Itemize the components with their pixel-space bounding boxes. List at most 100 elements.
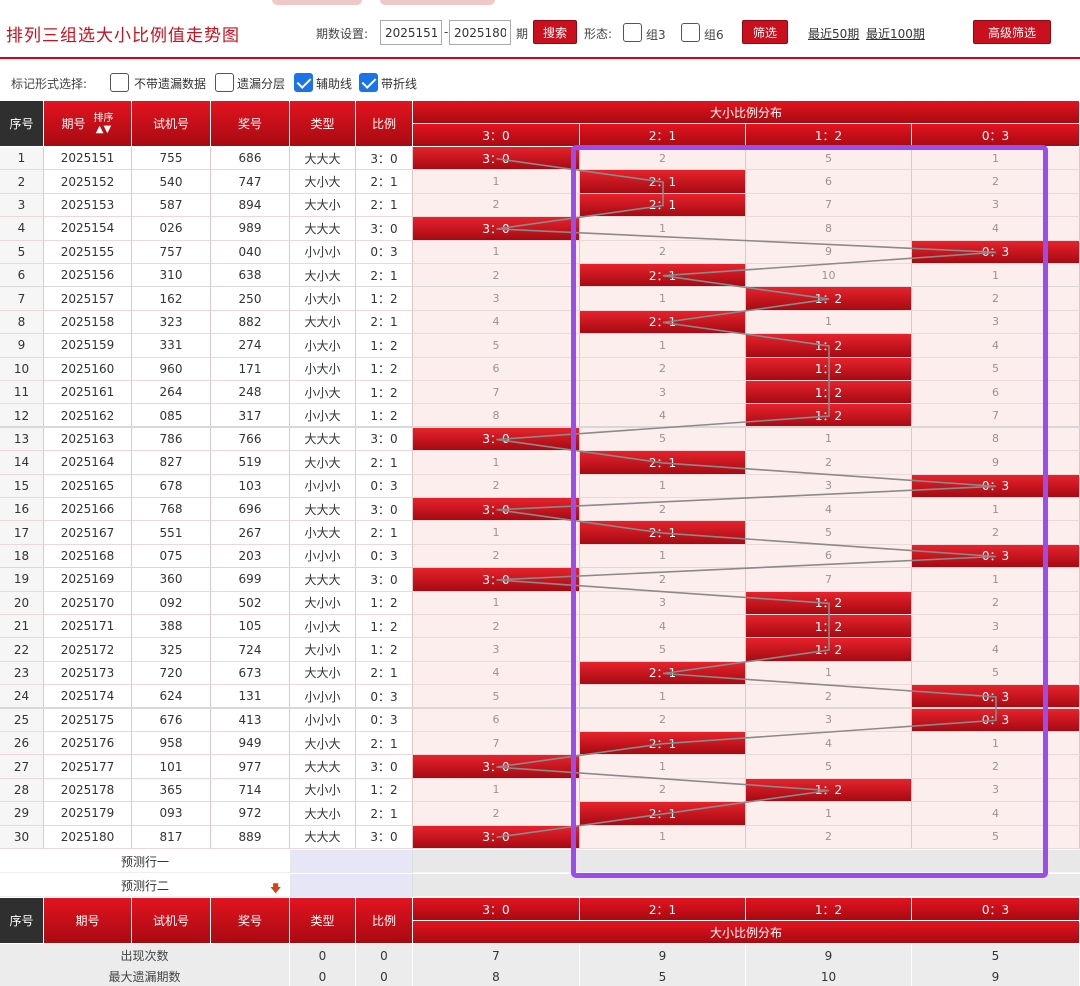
table-row[interactable]: 18 2025168 075 203 小小小 0：3 2 1 6 0：3 [0,544,1080,569]
omission-cell-1-2: 5 [746,521,912,545]
recent-100-link[interactable]: 最近100期 [866,25,925,42]
row-ratio: 3：0 [356,825,413,849]
row-prize-number: 413 [211,708,290,732]
row-index: 9 [0,334,44,358]
table-row[interactable]: 16 2025166 768 696 大大大 3：0 3：0 2 4 1 [0,498,1080,522]
omission-cell-0-3: 2 [912,591,1080,615]
omission-layer-checkbox[interactable] [215,73,234,92]
row-test-number: 085 [132,404,211,428]
omission-cell-2-1: 1 [580,825,746,849]
table-row[interactable]: 1 2025151 755 686 大大大 3：0 3：0 2 5 1 [0,147,1080,171]
table-row[interactable]: 24 2025174 624 131 小小小 0：3 5 1 2 0：3 [0,685,1080,709]
row-test-number: 768 [132,498,211,522]
group3-label: 组3 [646,28,666,42]
predict-row-2-cells[interactable] [413,874,1080,898]
omission-cell-0-3: 4 [912,217,1080,241]
row-ratio: 1：2 [356,381,413,405]
table-row[interactable]: 27 2025177 101 977 大大大 3：0 3：0 1 5 2 [0,755,1080,779]
row-period: 2025175 [44,708,132,732]
table-row[interactable]: 17 2025167 551 267 小大大 2：1 1 2：1 5 2 [0,521,1080,545]
row-index: 2 [0,170,44,194]
sort-toggle[interactable]: 排序 ▲▼ [94,113,114,135]
row-period: 2025158 [44,310,132,335]
table-row[interactable]: 8 2025158 323 882 大大小 2：1 4 2：1 1 3 [0,310,1080,335]
predict-row-1-cells[interactable] [413,850,1080,874]
stat-occurrences-3-0: 7 [413,944,580,967]
header-test-number: 试机号 [132,101,211,147]
table-row[interactable]: 29 2025179 093 972 大大小 2：1 2 2：1 1 4 [0,802,1080,826]
row-prize-number: 889 [211,825,290,849]
row-prize-number: 949 [211,732,290,756]
hit-cell-0-3: 0：3 [912,544,1080,569]
hit-cell-0-3: 0：3 [912,685,1080,709]
row-period: 2025159 [44,334,132,358]
stat-max-omission-1-2: 10 [746,967,912,986]
table-row[interactable]: 10 2025160 960 171 小大小 1：2 6 2 1：2 5 [0,357,1080,381]
row-prize-number: 105 [211,615,290,639]
group6-checkbox[interactable] [681,23,700,42]
predict-row-2-input[interactable] [290,874,413,898]
row-test-number: 817 [132,825,211,849]
table-row[interactable]: 14 2025164 827 519 大小大 2：1 1 2：1 2 9 [0,451,1080,475]
table-row[interactable]: 11 2025161 264 248 小小大 1：2 7 3 1：2 6 [0,381,1080,405]
period-label: 期数设置: [316,27,369,41]
table-row[interactable]: 12 2025162 085 317 小小大 1：2 8 4 1：2 7 [0,404,1080,428]
table-row[interactable]: 25 2025175 676 413 小小小 0：3 6 2 3 0：3 [0,708,1080,732]
hit-cell-2-1: 2：1 [580,310,746,335]
polyline-checkbox[interactable] [359,73,378,92]
guide-line-checkbox[interactable] [294,73,313,92]
hit-cell-2-1: 2：1 [580,193,746,218]
table-row[interactable]: 19 2025169 360 699 大大大 3：0 3：0 2 7 1 [0,568,1080,592]
recent-50-link[interactable]: 最近50期 [808,25,859,42]
table-row[interactable]: 2 2025152 540 747 大小大 2：1 1 2：1 6 2 [0,170,1080,194]
advanced-filter-button[interactable]: 高级筛选 [973,20,1051,44]
omission-cell-1-2: 4 [746,498,912,522]
header-period[interactable]: 期号 排序 ▲▼ [44,101,132,147]
no-omission-checkbox[interactable] [110,73,129,92]
table-row[interactable]: 13 2025163 786 766 大大大 3：0 3：0 5 1 8 [0,427,1080,452]
row-prize-number: 673 [211,661,290,686]
row-test-number: 958 [132,732,211,756]
omission-cell-3-0: 2 [413,193,580,218]
footer-period: 期号 [44,898,132,944]
row-prize-number: 686 [211,147,290,171]
omission-cell-0-3: 1 [912,498,1080,522]
table-row[interactable]: 22 2025172 325 724 大小小 1：2 3 5 1：2 4 [0,638,1080,662]
row-period: 2025156 [44,264,132,288]
table-row[interactable]: 5 2025155 757 040 小小小 0：3 1 2 9 0：3 [0,240,1080,264]
stat-max-omission-3-0: 8 [413,967,580,986]
table-row[interactable]: 4 2025154 026 989 大大大 3：0 3：0 1 8 4 [0,217,1080,241]
predict-row-2-label: 预测行二 [0,874,290,898]
omission-layer-label: 遗漏分层 [237,77,286,91]
row-ratio: 1：2 [356,615,413,639]
table-row[interactable]: 7 2025157 162 250 小大小 1：2 3 1 1：2 2 [0,287,1080,311]
predict-row-1-input[interactable] [290,850,413,874]
hit-cell-2-1: 2：1 [580,732,746,756]
table-row[interactable]: 26 2025176 958 949 大小大 2：1 7 2：1 4 1 [0,732,1080,756]
row-period: 2025176 [44,732,132,756]
group3-checkbox[interactable] [623,23,642,42]
table-row[interactable]: 21 2025171 388 105 小小大 1：2 2 4 1：2 3 [0,615,1080,639]
filter-button[interactable]: 筛选 [742,20,788,44]
omission-cell-3-0: 2 [413,544,580,569]
table-row[interactable]: 6 2025156 310 638 大小大 2：1 2 2：1 10 1 [0,264,1080,288]
table-row[interactable]: 30 2025180 817 889 大大大 3：0 3：0 1 2 5 [0,825,1080,849]
table-row[interactable]: 3 2025153 587 894 大大小 2：1 2 2：1 7 3 [0,193,1080,218]
table-row[interactable]: 23 2025173 720 673 大大小 2：1 4 2：1 1 5 [0,661,1080,686]
omission-cell-3-0: 4 [413,310,580,335]
table-row[interactable]: 20 2025170 092 502 大小小 1：2 1 3 1：2 2 [0,591,1080,615]
row-period: 2025169 [44,568,132,592]
table-row[interactable]: 28 2025178 365 714 大小小 1：2 1 2 1：2 3 [0,778,1080,803]
omission-cell-3-0: 1 [413,240,580,264]
period-to-input[interactable] [449,20,511,45]
row-prize-number: 714 [211,778,290,803]
row-ratio: 0：3 [356,708,413,732]
row-prize-number: 203 [211,544,290,569]
table-row[interactable]: 15 2025165 678 103 小小小 0：3 2 1 3 0：3 [0,474,1080,498]
omission-cell-0-3: 3 [912,193,1080,218]
arrow-down-icon[interactable]: 🡇 [270,880,281,899]
table-row[interactable]: 9 2025159 331 274 小大小 1：2 5 1 1：2 4 [0,334,1080,358]
period-from-input[interactable] [380,20,442,45]
search-button[interactable]: 搜索 [533,20,577,44]
header-dist-2-1: 2：1 [580,124,746,147]
